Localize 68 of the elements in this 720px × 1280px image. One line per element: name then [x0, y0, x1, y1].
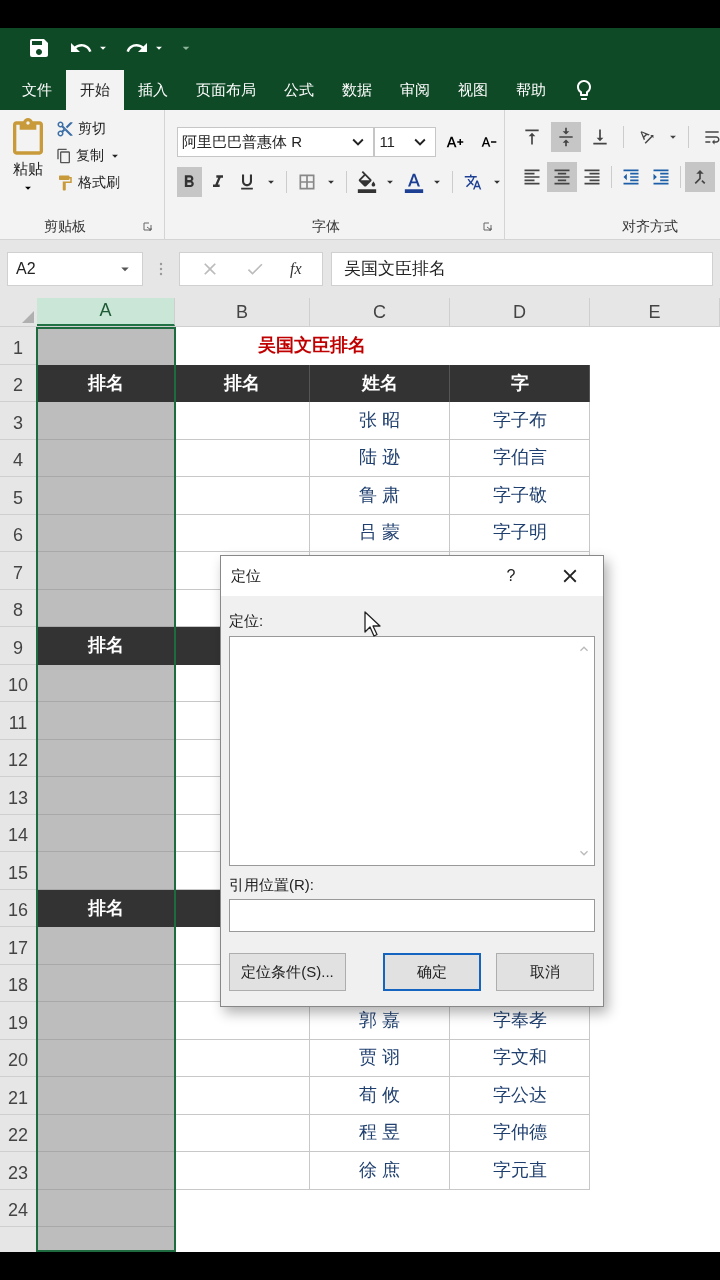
column-header[interactable]: B: [175, 298, 310, 326]
row-header[interactable]: 13: [0, 777, 37, 815]
row-header[interactable]: 11: [0, 702, 37, 740]
row-header[interactable]: 21: [0, 1077, 37, 1115]
row-header[interactable]: 15: [0, 852, 37, 890]
table-cell: 吕 蒙: [310, 514, 450, 552]
cut-button[interactable]: 剪切: [56, 118, 122, 139]
ribbon-tab[interactable]: 数据: [328, 70, 386, 110]
ribbon-tab[interactable]: 审阅: [386, 70, 444, 110]
row-header[interactable]: 5: [0, 477, 37, 515]
paste-button[interactable]: 粘贴: [8, 118, 48, 213]
table-cell: 字子明: [450, 514, 590, 552]
header-cell: 排名: [37, 627, 175, 665]
name-box[interactable]: A2: [7, 252, 143, 286]
table-cell: 字元直: [450, 1152, 590, 1190]
dialog-title: 定位: [231, 565, 262, 586]
cancel-button[interactable]: 取消: [496, 953, 594, 991]
format-painter-button[interactable]: 格式刷: [56, 172, 122, 193]
table-cell: 字仲德: [450, 1114, 590, 1152]
table-cell: 贾 诩: [310, 1039, 450, 1077]
ribbon-tab[interactable]: 开始: [66, 70, 124, 110]
ribbon-tab[interactable]: 视图: [444, 70, 502, 110]
table-cell: 徐 庶: [310, 1152, 450, 1190]
ribbon-tab[interactable]: 公式: [270, 70, 328, 110]
row-header[interactable]: 9: [0, 627, 37, 665]
ribbon-tab[interactable]: 页面布局: [182, 70, 270, 110]
font-name-field[interactable]: 阿里巴巴普惠体 R: [177, 127, 375, 157]
table-cell: 程 昱: [310, 1114, 450, 1152]
row-header[interactable]: 23: [0, 1152, 37, 1190]
ribbon-tab[interactable]: 插入: [124, 70, 182, 110]
table-cell: 字伯言: [450, 439, 590, 477]
column-header[interactable]: C: [310, 298, 450, 326]
table-cell: 字文和: [450, 1039, 590, 1077]
table-cell: 字公达: [450, 1077, 590, 1115]
header-cell: 字: [450, 364, 590, 402]
header-cell: 排名: [37, 889, 175, 927]
insert-function-button[interactable]: fx: [290, 257, 302, 281]
column-header[interactable]: D: [450, 298, 590, 326]
row-header[interactable]: 3: [0, 402, 37, 440]
table-cell: 陆 逊: [310, 439, 450, 477]
table-cell: 字子敬: [450, 477, 590, 515]
field-label: 定位:: [229, 611, 264, 631]
column-header[interactable]: E: [590, 298, 720, 326]
ribbon-tab[interactable]: 文件: [8, 70, 66, 110]
table-cell: 荀 攸: [310, 1077, 450, 1115]
table-cell: 鲁 肃: [310, 477, 450, 515]
help-button[interactable]: ?: [499, 564, 523, 588]
sheet-title: 吴国文臣排名: [258, 334, 366, 358]
row-header[interactable]: 1: [0, 327, 37, 365]
group-label: 剪贴板: [43, 216, 86, 236]
header-cell: 姓名: [310, 364, 450, 402]
ok-button[interactable]: 确定: [383, 953, 481, 991]
header-cell: 排名: [37, 364, 175, 402]
row-header[interactable]: 17: [0, 927, 37, 965]
row-header[interactable]: 7: [0, 552, 37, 590]
field-label: 引用位置(R):: [229, 874, 314, 895]
formula-field[interactable]: 吴国文臣排名: [331, 252, 713, 286]
table-cell: 字子布: [450, 402, 590, 440]
ribbon-tab[interactable]: 帮助: [502, 70, 560, 110]
copy-button[interactable]: 复制: [56, 145, 122, 166]
table-cell: 张 昭: [310, 402, 450, 440]
group-label: 对齐方式: [621, 216, 678, 236]
group-label: 字体: [311, 216, 340, 236]
column-header[interactable]: A: [37, 298, 175, 326]
special-button[interactable]: 定位条件(S)...: [229, 953, 346, 991]
font-size-field[interactable]: 11: [374, 127, 437, 157]
header-cell: 排名: [175, 364, 310, 402]
row-header[interactable]: 19: [0, 1002, 37, 1040]
